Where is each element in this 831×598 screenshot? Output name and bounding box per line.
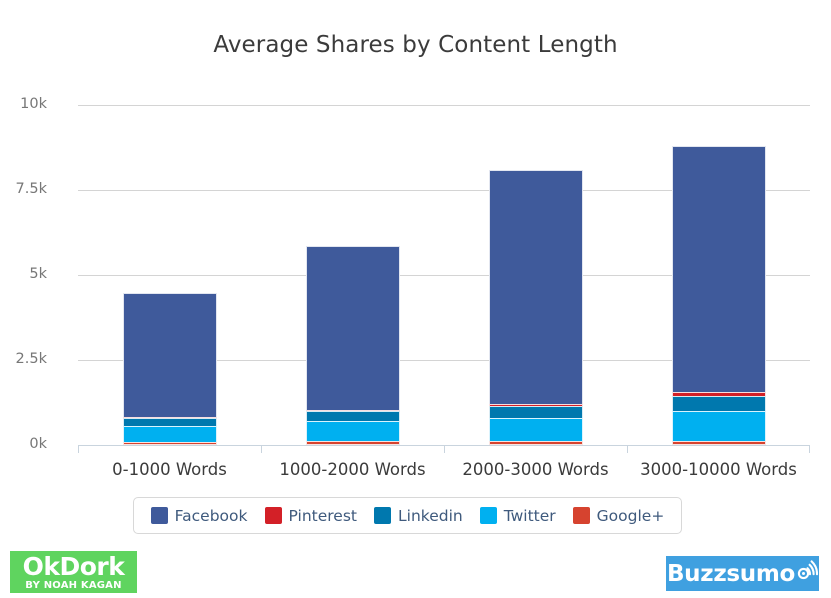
stacked-bar[interactable] [488, 169, 583, 445]
legend-swatch-icon [264, 507, 282, 524]
y-axis-tick-label: 10k [20, 96, 47, 112]
y-axis-tick-label: 2.5k [15, 351, 47, 367]
bar-group [261, 105, 444, 445]
x-axis-tick [809, 446, 810, 453]
legend-swatch-icon [479, 507, 497, 524]
legend-item-pinterest[interactable]: Pinterest [264, 506, 357, 525]
x-axis-tick-label: 3000-10000 Words [640, 460, 797, 479]
y-axis-tick-label: 7.5k [15, 181, 47, 197]
chart-legend: Facebook Pinterest Linkedin Twitter Google+ [133, 497, 682, 534]
bar-segment-twitter[interactable] [488, 417, 583, 443]
bar-segment-facebook[interactable] [488, 169, 583, 405]
legend-swatch-icon [374, 507, 391, 524]
okdork-wordmark: OkDork [22, 551, 125, 581]
stacked-bar[interactable] [671, 146, 766, 445]
x-axis-tick [78, 446, 79, 453]
legend-label: Linkedin [398, 506, 463, 525]
bar-segment-twitter[interactable] [671, 411, 766, 442]
legend-item-linkedin[interactable]: Linkedin [374, 507, 463, 525]
x-axis-tick [261, 446, 262, 453]
bar-group [627, 105, 810, 445]
bar-segment-facebook[interactable] [671, 146, 766, 393]
legend-label: Pinterest [288, 506, 357, 525]
x-axis-tick-label: 1000-2000 Words [279, 460, 426, 479]
y-axis-tick-label: 0k [29, 436, 47, 452]
buzzsumo-wordmark: Buzzsumo [666, 560, 796, 587]
okdork-logo: OkDork BY NOAH KAGAN [10, 551, 137, 593]
x-axis-tick-label: 2000-3000 Words [462, 460, 609, 479]
legend-item-twitter[interactable]: Twitter [479, 506, 556, 525]
stacked-bar[interactable] [305, 245, 400, 445]
signal-arc-icon [796, 559, 819, 585]
bar-segment-twitter[interactable] [305, 421, 400, 443]
bar-group [78, 105, 261, 445]
bar-segment-google-plus[interactable] [305, 441, 400, 445]
legend-item-facebook[interactable]: Facebook [150, 506, 248, 525]
y-axis-tick-label: 5k [29, 266, 47, 282]
bar-segment-google-plus[interactable] [671, 440, 766, 445]
legend-label: Google+ [596, 506, 665, 525]
x-axis-tick [444, 446, 445, 453]
bar-segment-twitter[interactable] [122, 426, 217, 443]
legend-swatch-icon [572, 507, 590, 524]
bar-segment-google-plus[interactable] [122, 441, 217, 445]
chart-plot-area: 0k 2.5k 5k 7.5k 10k [16, 96, 810, 452]
bar-segment-linkedin[interactable] [488, 405, 583, 419]
stacked-bar[interactable] [122, 292, 217, 445]
legend-swatch-icon [150, 507, 168, 524]
okdork-tagline: BY NOAH KAGAN [25, 579, 122, 591]
bar-segment-google-plus[interactable] [488, 441, 583, 445]
x-axis-tick [627, 446, 628, 453]
legend-item-google-plus[interactable]: Google+ [572, 506, 665, 525]
bar-group [444, 105, 627, 445]
buzzsumo-logo: Buzzsumo [666, 556, 819, 591]
page-title: Average Shares by Content Length [213, 32, 618, 58]
x-axis-tick-label: 0-1000 Words [112, 460, 227, 479]
legend-label: Facebook [174, 506, 248, 525]
bar-segment-facebook[interactable] [122, 292, 217, 418]
bar-segment-facebook[interactable] [305, 245, 400, 411]
legend-label: Twitter [503, 506, 556, 525]
bar-segment-linkedin[interactable] [671, 395, 766, 412]
